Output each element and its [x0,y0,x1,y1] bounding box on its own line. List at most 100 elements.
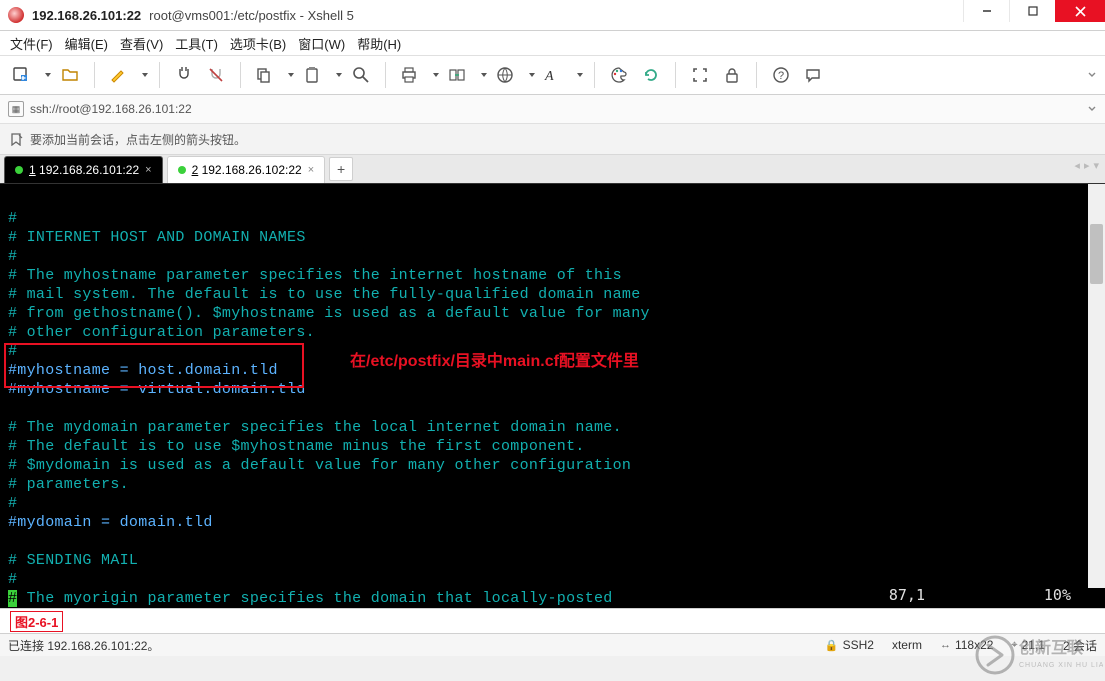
menu-view[interactable]: 查看(V) [120,34,163,53]
highlight-button[interactable] [105,61,149,89]
chevron-down-icon [142,73,148,77]
terminal-content: # # INTERNET HOST AND DOMAIN NAMES # # T… [0,184,1105,608]
toolbar-separator [240,62,241,88]
hint-text: 要添加当前会话，点击左侧的箭头按钮。 [30,131,246,148]
add-tab-button[interactable]: + [329,157,353,181]
status-term-type: xterm [892,638,922,652]
new-session-button[interactable] [8,61,52,89]
toolbar-separator [756,62,757,88]
toolbar-separator [94,62,95,88]
menubar: 文件(F) 编辑(E) 查看(V) 工具(T) 选项卡(B) 窗口(W) 帮助(… [0,31,1105,56]
terminal-position: 87,1 [889,586,925,604]
chevron-down-icon [1088,69,1096,81]
menu-edit[interactable]: 编辑(E) [65,34,108,53]
lock-icon [723,66,741,84]
lock-button[interactable] [718,61,746,89]
color-scheme-button[interactable] [605,61,633,89]
web-button[interactable] [492,61,536,89]
address-bar: ▦ ssh://root@192.168.26.101:22 [0,95,1105,124]
fullscreen-button[interactable] [686,61,714,89]
globe-icon [496,66,514,84]
tab-next-button[interactable]: ▸ [1084,159,1090,172]
terminal-cursor: # [8,590,17,607]
font-button[interactable]: A [540,61,584,89]
maximize-icon [1028,6,1038,16]
help-icon: ? [772,66,790,84]
disconnect-button[interactable] [202,61,230,89]
paste-icon [303,66,321,84]
help-button[interactable]: ? [767,61,795,89]
chevron-down-icon [288,73,294,77]
window-titlebar: 192.168.26.101:22 root@vms001:/etc/postf… [0,0,1105,31]
ssh-icon: ▦ [8,101,24,117]
maximize-button[interactable] [1009,0,1055,22]
refresh-icon [642,66,660,84]
status-dot-icon [178,166,186,174]
figure-label: 图2-6-1 [10,611,63,632]
open-session-button[interactable] [56,61,84,89]
reconnect-button[interactable] [170,61,198,89]
find-button[interactable] [347,61,375,89]
scrollbar-thumb[interactable] [1090,224,1103,284]
session-tab-1[interactable]: 1 192.168.26.101:22 × [4,156,163,183]
tab-label: 1 192.168.26.101:22 [29,163,139,177]
terminal-pane[interactable]: # # INTERNET HOST AND DOMAIN NAMES # # T… [0,183,1105,608]
chevron-down-icon [529,73,535,77]
chevron-down-icon [1088,103,1096,115]
address-url[interactable]: ssh://root@192.168.26.101:22 [30,102,192,116]
new-session-icon [12,66,30,84]
addressbar-overflow[interactable] [1087,98,1097,120]
terminal-scrollbar[interactable] [1088,184,1105,588]
session-tab-2[interactable]: 2 192.168.26.102:22 × [167,156,326,183]
minimize-button[interactable] [963,0,1009,22]
bookmark-add-icon[interactable] [8,131,24,147]
menu-tools[interactable]: 工具(T) [175,34,218,53]
svg-text:A: A [544,69,554,84]
title-session: root@vms001:/etc/postfix - Xshell 5 [149,8,354,23]
paste-button[interactable] [299,61,343,89]
tab-list-button[interactable]: ▾ [1093,159,1099,172]
chevron-down-icon [481,73,487,77]
highlight-icon [109,66,127,84]
lock-icon: 🔒 [825,639,839,652]
menu-window[interactable]: 窗口(W) [298,34,345,53]
toolbar: A ? [0,56,1105,95]
feedback-button[interactable] [799,61,827,89]
status-cursor-pos: ⌖21,1 [1011,638,1045,652]
hint-bar: 要添加当前会话，点击左侧的箭头按钮。 [0,124,1105,155]
fullscreen-icon [691,66,709,84]
chevron-down-icon [433,73,439,77]
menu-tabs[interactable]: 选项卡(B) [230,34,286,53]
chat-icon [804,66,822,84]
figure-caption-bar: 图2-6-1 [0,608,1105,633]
tab-label: 2 192.168.26.102:22 [192,163,302,177]
toolbar-separator [594,62,595,88]
tab-nav: ◂ ▸ ▾ [1074,159,1099,172]
status-sessions: 2 会话 [1063,637,1097,654]
menu-help[interactable]: 帮助(H) [357,34,401,53]
window-controls [963,0,1105,22]
close-button[interactable] [1055,0,1105,22]
chevron-down-icon [45,73,51,77]
folder-icon [61,66,79,84]
menu-file[interactable]: 文件(F) [10,34,53,53]
toolbar-separator [385,62,386,88]
terminal-percent: 10% [1044,586,1071,604]
plug-icon [175,66,193,84]
status-bar: 已连接 192.168.26.101:22。 🔒SSH2 xterm ↔118x… [0,633,1105,656]
tab-close-button[interactable]: × [308,164,314,176]
tab-prev-button[interactable]: ◂ [1074,159,1080,172]
refresh-button[interactable] [637,61,665,89]
toolbar-overflow[interactable] [1087,61,1097,89]
chevron-down-icon [577,73,583,77]
search-icon [352,66,370,84]
print-button[interactable] [396,61,440,89]
svg-text:CHUANG XIN HU LIAN: CHUANG XIN HU LIAN [1019,662,1103,669]
status-connection: 已连接 192.168.26.101:22。 [8,637,159,654]
app-icon [8,7,24,23]
toolbar-separator [159,62,160,88]
tab-close-button[interactable]: × [145,164,151,176]
transfer-button[interactable] [444,61,488,89]
cursor-icon: ⌖ [1011,639,1017,652]
copy-button[interactable] [251,61,295,89]
